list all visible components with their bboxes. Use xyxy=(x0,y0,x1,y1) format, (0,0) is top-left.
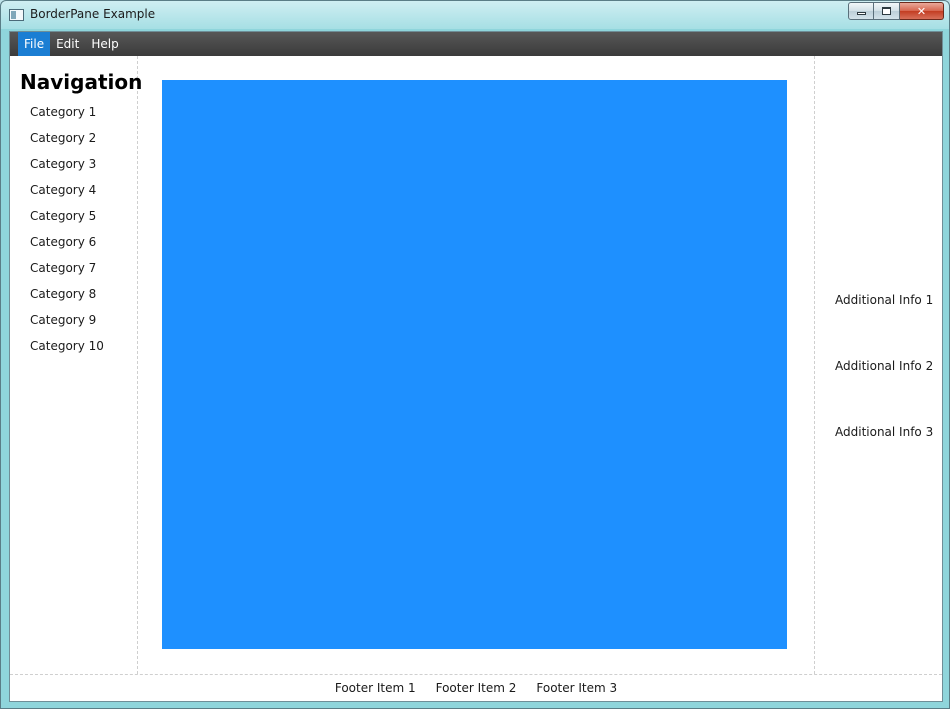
nav-item-category-7[interactable]: Category 7 xyxy=(30,260,104,286)
nav-item-category-1[interactable]: Category 1 xyxy=(30,104,104,130)
menu-help[interactable]: Help xyxy=(85,32,124,56)
info-panel: Additional Info 1 Additional Info 2 Addi… xyxy=(814,56,943,674)
window-title: BorderPane Example xyxy=(30,7,156,21)
nav-item-category-6[interactable]: Category 6 xyxy=(30,234,104,260)
close-icon: ✕ xyxy=(916,4,927,18)
blue-rectangle xyxy=(162,80,787,649)
footer-bar: Footer Item 1 Footer Item 2 Footer Item … xyxy=(10,674,942,701)
window-icon xyxy=(9,9,24,21)
nav-item-category-3[interactable]: Category 3 xyxy=(30,156,104,182)
footer-item-1: Footer Item 1 xyxy=(334,681,416,695)
footer-item-3: Footer Item 3 xyxy=(536,681,618,695)
maximize-button[interactable] xyxy=(874,2,900,20)
minimize-icon xyxy=(856,12,866,15)
info-item-2: Additional Info 2 xyxy=(835,359,934,373)
maximize-icon xyxy=(882,7,891,15)
nav-item-category-8[interactable]: Category 8 xyxy=(30,286,104,312)
nav-item-category-2[interactable]: Category 2 xyxy=(30,130,104,156)
menu-edit[interactable]: Edit xyxy=(50,32,85,56)
menu-file[interactable]: File xyxy=(18,32,51,56)
footer-item-2: Footer Item 2 xyxy=(435,681,517,695)
info-item-3: Additional Info 3 xyxy=(835,425,934,439)
nav-item-category-10[interactable]: Category 10 xyxy=(30,338,104,364)
nav-item-category-9[interactable]: Category 9 xyxy=(30,312,104,338)
close-button[interactable]: ✕ xyxy=(900,2,944,20)
window-controls: ✕ xyxy=(848,2,944,21)
info-item-1: Additional Info 1 xyxy=(835,293,934,307)
info-list: Additional Info 1 Additional Info 2 Addi… xyxy=(835,292,933,490)
client-area: File Edit Help Navigation Category 1 Cat… xyxy=(9,31,943,702)
navigation-title: Navigation xyxy=(20,70,143,94)
title-bar[interactable]: BorderPane Example ✕ xyxy=(1,1,949,30)
app-window: BorderPane Example ✕ File Edit Help Navi… xyxy=(0,0,950,709)
menu-bar: File Edit Help xyxy=(10,32,942,56)
navigation-list: Category 1 Category 2 Category 3 Categor… xyxy=(30,104,104,364)
minimize-button[interactable] xyxy=(848,2,874,20)
center-content xyxy=(162,80,787,649)
nav-item-category-4[interactable]: Category 4 xyxy=(30,182,104,208)
navigation-panel: Navigation Category 1 Category 2 Categor… xyxy=(10,56,142,674)
nav-item-category-5[interactable]: Category 5 xyxy=(30,208,104,234)
